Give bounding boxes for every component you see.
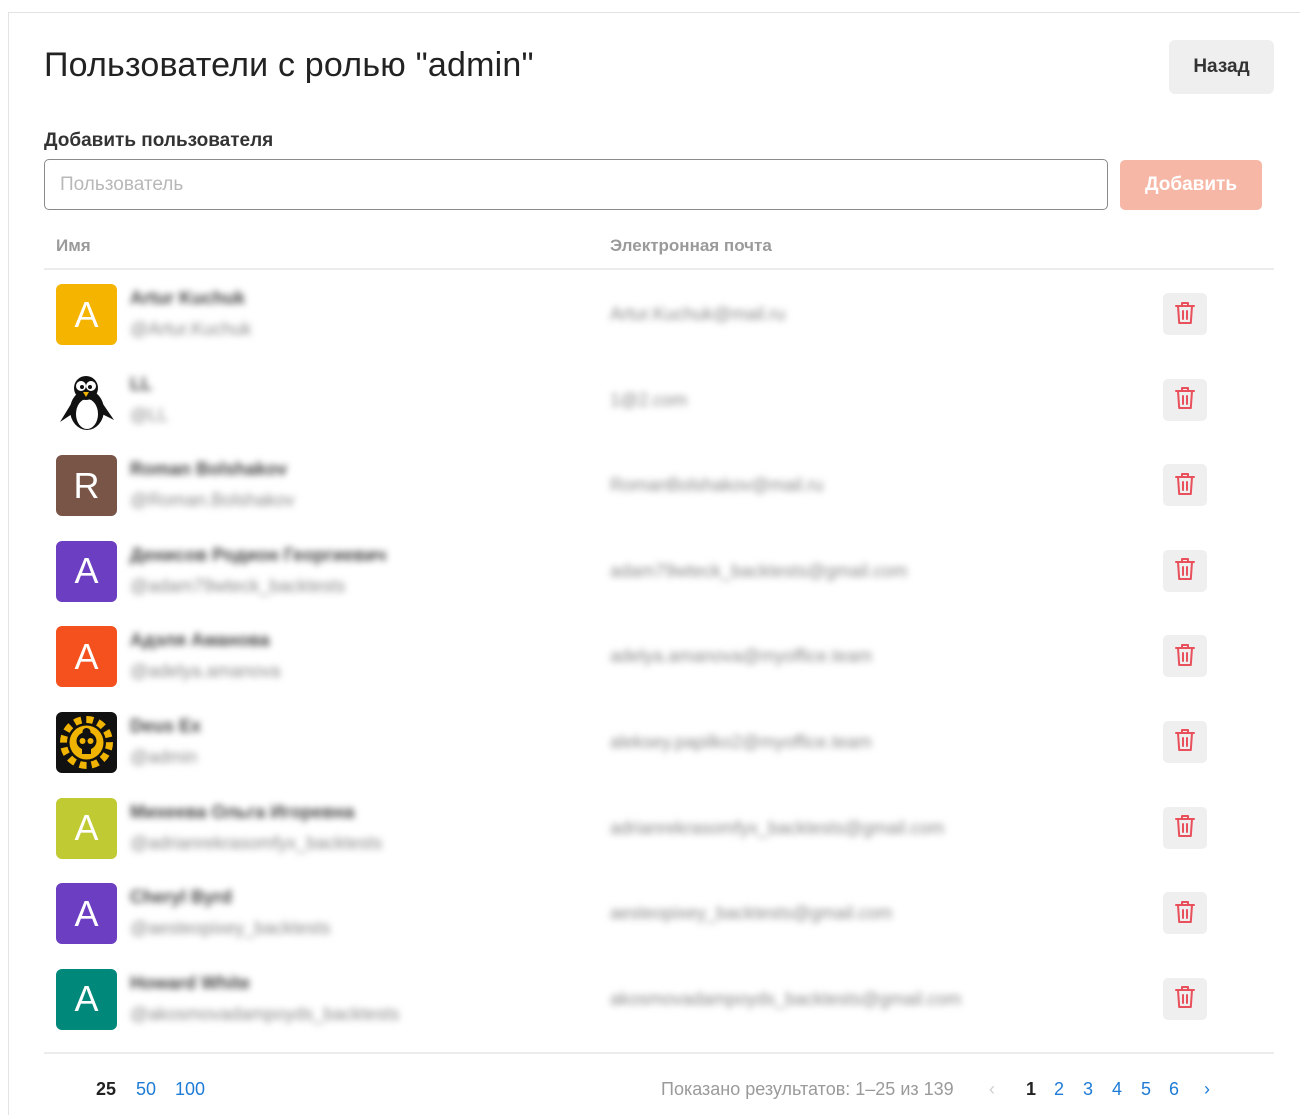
user-email: adrianrekrasomfyx_backtests@gmail.com	[610, 817, 945, 838]
per-page-25[interactable]: 25	[96, 1079, 116, 1100]
delete-user-button[interactable]	[1163, 549, 1207, 592]
avatar: A	[56, 540, 117, 602]
delete-user-button[interactable]	[1163, 635, 1207, 678]
page-3[interactable]: 3	[1083, 1079, 1093, 1100]
footer-divider	[44, 1052, 1274, 1054]
trash-icon	[1174, 472, 1196, 499]
column-header-email: Электронная почта	[610, 236, 772, 255]
user-login: @adam79wteck_backtests	[130, 575, 346, 596]
user-email: adam79wteck_backtests@gmail.com	[610, 560, 908, 581]
avatar: R	[56, 455, 117, 517]
avatar: A	[56, 284, 117, 345]
trash-icon	[1174, 728, 1196, 755]
trash-icon	[1174, 900, 1196, 927]
chevron-right-icon[interactable]: ›	[1204, 1079, 1210, 1100]
table-row: R Roman Bolshakov @Roman.Bolshakov RomanBol…	[44, 443, 1274, 529]
user-login: @adrianrekrasomfyx_backtests	[130, 832, 383, 853]
skull-gear-avatar-image	[56, 711, 117, 773]
trash-icon	[1174, 814, 1196, 841]
user-email: akosmovadampoyds_backtests@gmail.com	[610, 988, 962, 1009]
column-header-name: Имя	[56, 236, 91, 255]
table-row: A Михеева Ольга Игоревна @adrianrekrasomfy…	[44, 786, 1274, 872]
user-full-name: Михеева Ольга Игоревна	[130, 801, 355, 822]
trash-icon	[1174, 557, 1196, 584]
delete-user-button[interactable]	[1163, 293, 1207, 335]
trash-icon	[1174, 301, 1196, 328]
users-table: A Artur Kuchuk @Artur.Kuchuk Artur.Kuchuk@m…	[44, 272, 1274, 1042]
user-login: @adelya.amanova	[130, 661, 281, 682]
user-full-name: Roman Bolshakov	[130, 459, 288, 480]
table-row: A Artur Kuchuk @Artur.Kuchuk Artur.Kuchuk@m…	[44, 272, 1274, 358]
page-1[interactable]: 1	[1026, 1079, 1036, 1100]
trash-icon	[1174, 643, 1196, 670]
user-email: adelya.amanova@myoffice.team	[610, 646, 873, 667]
chevron-left-icon[interactable]: ‹	[989, 1079, 995, 1100]
user-email: RomanBolshakov@mail.ru	[610, 475, 824, 496]
page-5[interactable]: 5	[1141, 1079, 1151, 1100]
avatar: A	[56, 968, 117, 1030]
penguin-avatar-image	[56, 370, 117, 431]
page-title: Пользователи с ролью "admin"	[44, 46, 534, 84]
user-full-name: LL	[130, 373, 152, 394]
back-button[interactable]: Назад	[1169, 40, 1274, 94]
user-full-name: Денисов Родион Георгиевич	[130, 544, 387, 565]
user-login: @LL	[130, 404, 169, 425]
user-full-name: Howard White	[130, 972, 250, 993]
user-login: @Artur.Kuchuk	[130, 319, 252, 339]
per-page-50[interactable]: 50	[136, 1079, 156, 1100]
delete-user-button[interactable]	[1163, 378, 1207, 421]
delete-user-button[interactable]	[1163, 977, 1207, 1020]
user-email: 1@2.com	[610, 389, 688, 410]
user-email: Artur.Kuchuk@mail.ru	[610, 304, 786, 324]
avatar: A	[56, 626, 117, 688]
user-login: @Roman.Bolshakov	[130, 490, 295, 511]
user-full-name: Cheryl Byrd	[130, 887, 233, 908]
user-email: aleksey.papilko2@myoffice.team	[610, 731, 872, 752]
per-page-100[interactable]: 100	[175, 1079, 205, 1100]
page-4[interactable]: 4	[1112, 1079, 1122, 1100]
user-login: @aesteopixey_backtests	[130, 918, 331, 939]
delete-user-button[interactable]	[1163, 892, 1207, 935]
avatar: A	[56, 797, 117, 859]
user-search-input[interactable]	[44, 159, 1108, 210]
table-row: A Адэля Аманова @adelya.amanova adelya.aman…	[44, 614, 1274, 700]
delete-user-button[interactable]	[1163, 464, 1207, 507]
user-full-name: Artur Kuchuk	[130, 288, 246, 308]
table-row: Deus Ex @admin aleksey.papilko2@myoffice.t…	[44, 700, 1274, 786]
delete-user-button[interactable]	[1163, 806, 1207, 849]
trash-icon	[1174, 386, 1196, 413]
avatar: A	[56, 883, 117, 945]
user-full-name: Адэля Аманова	[130, 630, 270, 651]
trash-icon	[1174, 985, 1196, 1012]
table-row: LL @LL 1@2.com	[44, 358, 1274, 444]
delete-user-button[interactable]	[1163, 720, 1207, 763]
user-login: @akosmovadampoyds_backtests	[130, 1003, 400, 1024]
results-summary: Показано результатов: 1–25 из 139	[661, 1079, 954, 1099]
table-row: A Howard White @akosmovadampoyds_backtests…	[44, 957, 1274, 1043]
user-login: @admin	[130, 746, 198, 767]
add-user-button[interactable]: Добавить	[1120, 160, 1262, 210]
user-full-name: Deus Ex	[130, 715, 202, 736]
page-6[interactable]: 6	[1169, 1079, 1179, 1100]
add-user-label: Добавить пользователя	[44, 130, 274, 151]
user-email: aesteopixey_backtests@gmail.com	[610, 903, 893, 924]
table-row: A Денисов Родион Георгиевич @adam79wteck_b…	[44, 529, 1274, 615]
header-divider	[44, 268, 1274, 270]
page-2[interactable]: 2	[1054, 1079, 1064, 1100]
table-row: A Cheryl Byrd @aesteopixey_backtests aesteo…	[44, 871, 1274, 957]
